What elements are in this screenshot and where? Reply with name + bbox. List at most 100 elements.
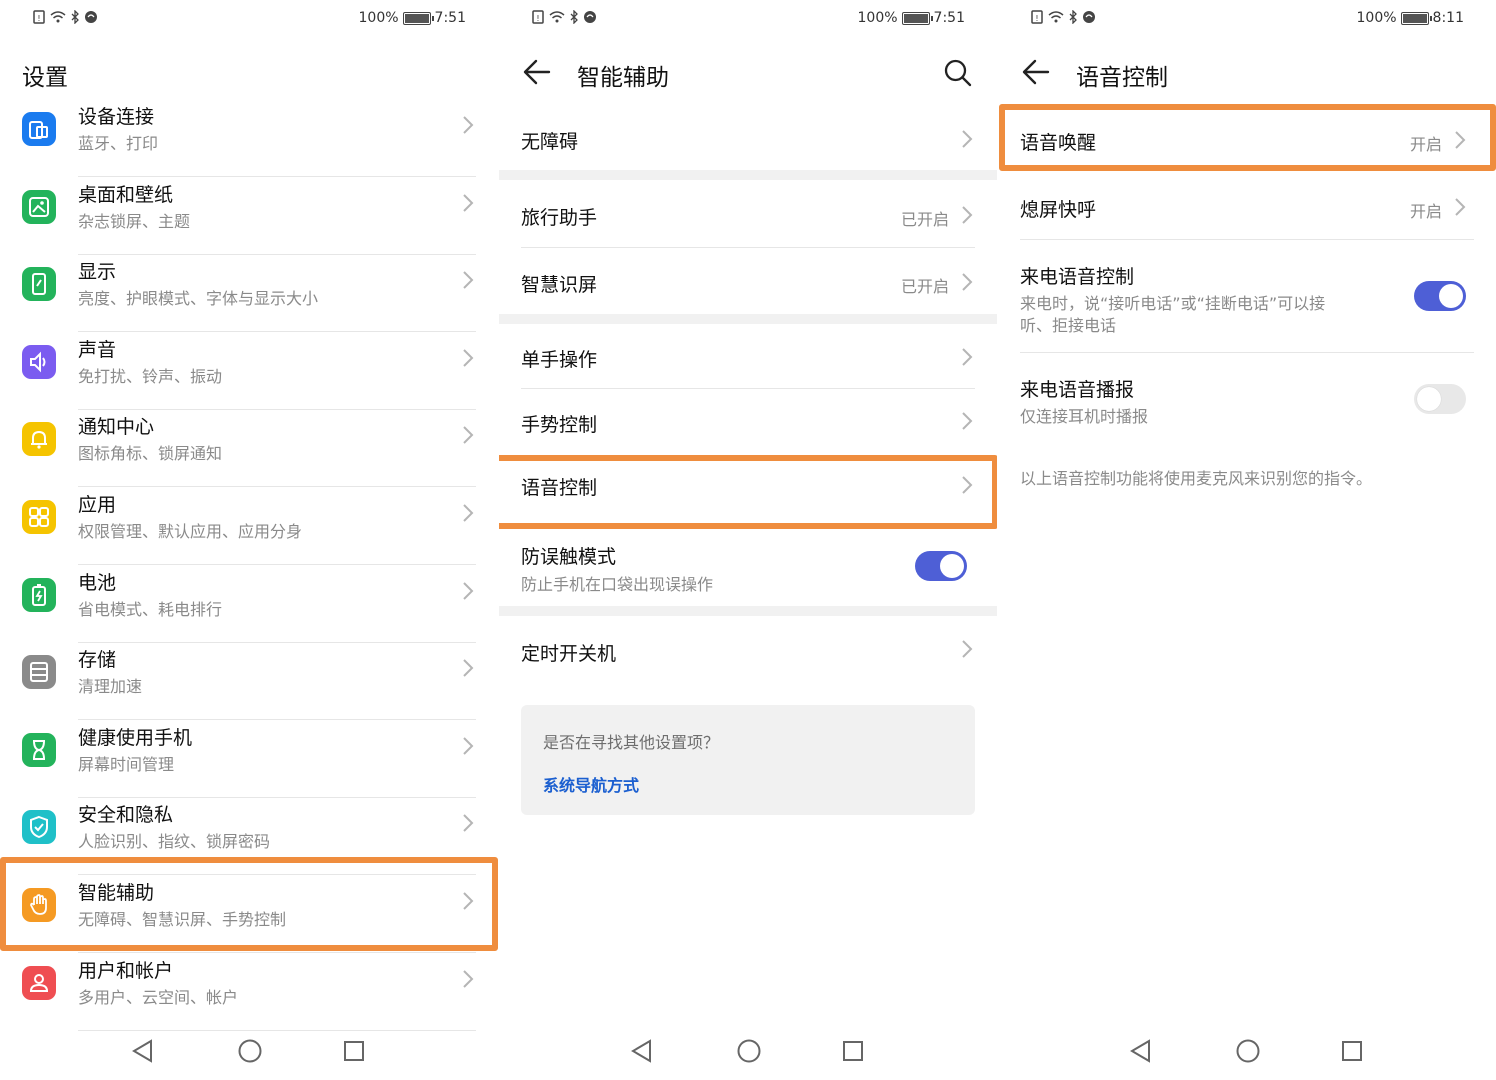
chevron-right-icon bbox=[462, 270, 474, 290]
microphone-note: 以上语音控制功能将使用麦克风来识别您的指令。 bbox=[1020, 469, 1373, 488]
settings-item-title: 健康使用手机 bbox=[78, 726, 193, 749]
bluetooth-icon bbox=[71, 10, 79, 24]
voice-wake-item[interactable]: 语音唤醒 开启 bbox=[998, 107, 1496, 173]
settings-item-sound[interactable]: 声音 免打扰、铃声、振动 bbox=[0, 332, 498, 410]
battery-percent: 100% bbox=[857, 10, 898, 26]
chevron-right-icon bbox=[462, 969, 474, 989]
gesture-control-item[interactable]: 手势控制 bbox=[499, 389, 997, 453]
settings-item-subtitle: 亮度、护眼模式、字体与显示大小 bbox=[78, 289, 319, 309]
call-voice-control-item[interactable]: 来电语音控制 来电时，说“接听电话”或“挂断电话”可以接 听、拒接电话 bbox=[998, 240, 1496, 352]
settings-item-shield[interactable]: 安全和隐私人脸识别、指纹、锁屏密码 bbox=[0, 797, 498, 876]
smart-screen-item[interactable]: 智慧识屏 已开启 bbox=[499, 248, 997, 314]
nfc-icon bbox=[85, 11, 97, 23]
settings-item-user[interactable]: 用户和帐户 多用户、云空间、帐户 bbox=[0, 953, 498, 1031]
shield-icon bbox=[22, 810, 56, 845]
settings-item-title: 安全和隐私 bbox=[78, 804, 174, 827]
one-hand-item[interactable]: 单手操作 bbox=[499, 324, 997, 388]
settings-item-wallpaper[interactable]: 桌面和壁纸 杂志锁屏、主题 bbox=[0, 177, 498, 255]
nav-recent-icon[interactable] bbox=[1341, 1040, 1363, 1062]
item-label: 定时开关机 bbox=[521, 643, 617, 665]
accessibility-item[interactable]: 无障碍 bbox=[499, 105, 997, 170]
chevron-right-icon bbox=[462, 425, 474, 445]
settings-item-subtitle: 杂志锁屏、主题 bbox=[78, 211, 191, 231]
settings-item-title: 设备连接 bbox=[78, 106, 155, 128]
nav-back-icon[interactable] bbox=[1128, 1038, 1154, 1064]
page-title: 设置 bbox=[22, 65, 68, 91]
travel-assistant-item[interactable]: 旅行助手 已开启 bbox=[499, 180, 997, 247]
nav-recent-icon[interactable] bbox=[842, 1040, 864, 1062]
nav-back-icon[interactable] bbox=[629, 1038, 655, 1064]
chevron-right-icon bbox=[462, 193, 474, 213]
clock: 7:51 bbox=[933, 10, 965, 26]
quick-call-item[interactable]: 熄屏快呼 开启 bbox=[998, 173, 1496, 239]
status-bar: ! 100% 8:11 bbox=[998, 8, 1496, 32]
settings-item-subtitle: 人脸识别、指纹、锁屏密码 bbox=[78, 832, 271, 852]
nav-home-icon[interactable] bbox=[1235, 1038, 1261, 1064]
pocket-mode-item[interactable]: 防误触模式 防止手机在口袋出现误操作 bbox=[499, 529, 997, 606]
back-arrow-icon[interactable] bbox=[1020, 56, 1052, 88]
item-value: 开启 bbox=[1409, 135, 1442, 154]
settings-item-hourglass[interactable]: 健康使用手机 屏幕时间管理 bbox=[0, 720, 498, 798]
chevron-right-icon bbox=[962, 130, 973, 148]
pocket-mode-toggle[interactable] bbox=[915, 551, 967, 581]
chevron-right-icon bbox=[962, 273, 973, 291]
item-description-cont: 听、拒接电话 bbox=[1020, 316, 1117, 335]
chevron-right-icon bbox=[962, 640, 973, 658]
sim-icon: ! bbox=[532, 10, 544, 24]
svg-text:!: ! bbox=[37, 14, 40, 23]
settings-item-title: 存储 bbox=[78, 649, 117, 672]
nav-recent-icon[interactable] bbox=[343, 1040, 365, 1062]
item-label: 旅行助手 bbox=[521, 207, 598, 229]
item-label: 无障碍 bbox=[521, 131, 579, 153]
call-announce-item[interactable]: 来电语音播报 仅连接耳机时播报 bbox=[998, 353, 1496, 443]
settings-item-title: 声音 bbox=[78, 338, 117, 361]
storage-icon bbox=[22, 655, 56, 690]
page-title: 语音控制 bbox=[1076, 65, 1168, 91]
battery-percent: 100% bbox=[358, 10, 399, 26]
voice-control-item[interactable]: 语音控制 bbox=[499, 455, 997, 521]
chevron-right-icon bbox=[962, 206, 973, 224]
navigation-bar bbox=[998, 1034, 1496, 1066]
settings-item-battery[interactable]: 电池省电模式、耗电排行 bbox=[0, 565, 498, 643]
call-voice-control-toggle[interactable] bbox=[1414, 281, 1466, 311]
battery-icon bbox=[22, 577, 56, 612]
settings-item-title: 电池 bbox=[78, 571, 117, 594]
settings-item-storage[interactable]: 存储 清理加速 bbox=[0, 642, 498, 721]
section-divider bbox=[499, 314, 997, 324]
nfc-icon bbox=[584, 11, 596, 23]
notification-bell-icon bbox=[22, 422, 56, 457]
call-announce-toggle[interactable] bbox=[1414, 384, 1466, 414]
settings-item-title: 用户和帐户 bbox=[78, 959, 174, 982]
nav-home-icon[interactable] bbox=[736, 1038, 762, 1064]
battery-icon bbox=[402, 11, 434, 25]
item-value: 已开启 bbox=[900, 277, 949, 296]
assist-screen: ! 100% 7:51 智能辅助 无障碍 旅行助手 已开启 智慧识屏 已开启 单… bbox=[499, 0, 997, 1080]
sound-icon bbox=[22, 344, 56, 379]
settings-item-device-connection[interactable]: 设备连接 蓝牙、打印 bbox=[0, 99, 498, 177]
nav-home-icon[interactable] bbox=[237, 1038, 263, 1064]
item-label: 手势控制 bbox=[521, 414, 598, 436]
system-navigation-link[interactable]: 系统导航方式 bbox=[543, 772, 639, 796]
settings-item-apps-grid[interactable]: 应用 权限管理、默认应用、应用分身 bbox=[0, 487, 498, 565]
item-description: 仅连接耳机时播报 bbox=[1020, 407, 1149, 426]
item-value: 开启 bbox=[1409, 202, 1442, 221]
status-bar: ! 100% 7:51 bbox=[0, 8, 498, 32]
settings-item-notification-bell[interactable]: 通知中心 图标角标、锁屏通知 bbox=[0, 409, 498, 488]
scheduled-power-item[interactable]: 定时开关机 bbox=[499, 616, 997, 684]
item-description: 来电时，说“接听电话”或“挂断电话”可以接 bbox=[1020, 294, 1326, 313]
battery-icon bbox=[901, 11, 933, 25]
svg-text:!: ! bbox=[1035, 14, 1038, 23]
nav-back-icon[interactable] bbox=[130, 1038, 156, 1064]
item-label: 语音控制 bbox=[521, 477, 598, 499]
section-divider bbox=[499, 170, 997, 180]
search-icon[interactable] bbox=[943, 58, 973, 88]
settings-item-hand[interactable]: 智能辅助 无障碍、智慧识屏、手势控制 bbox=[0, 875, 498, 953]
suggestion-card: 是否在寻找其他设置项？ 系统导航方式 bbox=[521, 705, 975, 815]
settings-item-display[interactable]: 显示 亮度、护眼模式、字体与显示大小 bbox=[0, 254, 498, 333]
chevron-right-icon bbox=[1455, 131, 1466, 149]
settings-item-subtitle: 省电模式、耗电排行 bbox=[78, 599, 223, 619]
chevron-right-icon bbox=[462, 115, 474, 135]
sim-icon: ! bbox=[1031, 10, 1043, 24]
wifi-icon bbox=[549, 11, 565, 23]
back-arrow-icon[interactable] bbox=[521, 56, 553, 88]
